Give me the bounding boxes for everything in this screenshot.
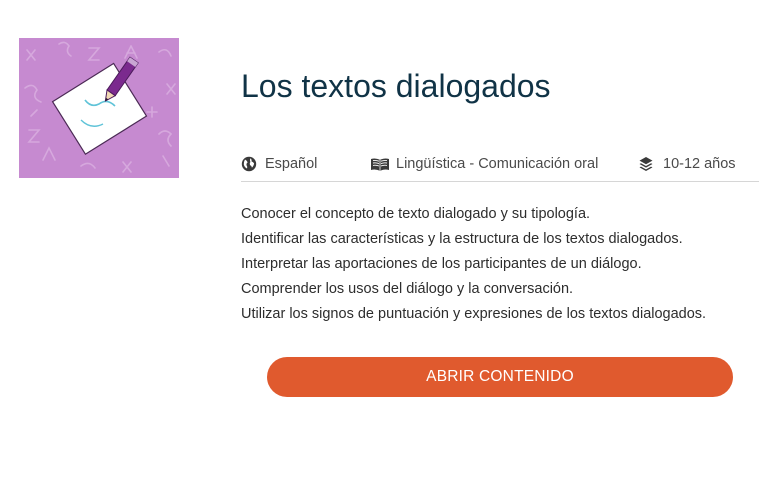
objectives-list: Conocer el concepto de texto dialogado y…	[241, 204, 706, 329]
writing-document-icon	[19, 38, 179, 178]
content-thumbnail	[19, 38, 179, 178]
subject-info: Lingüística - Comunicación oral	[370, 156, 598, 172]
metadata-bar: Español Lingüística - Comunicación oral …	[241, 150, 759, 182]
language-info: Español	[241, 156, 317, 172]
list-item: Comprender los usos del diálogo y la con…	[241, 281, 574, 297]
list-item: Utilizar los signos de puntuación y expr…	[241, 306, 707, 322]
list-item: Interpretar las aportaciones de los part…	[241, 256, 642, 272]
open-book-icon	[371, 157, 389, 171]
language-label: Español	[265, 156, 318, 172]
layers-icon	[639, 157, 653, 171]
open-content-button[interactable]: ABRIR CONTENIDO	[267, 357, 733, 397]
globe-icon	[241, 156, 257, 172]
list-item: Conocer el concepto de texto dialogado y…	[241, 206, 591, 222]
age-label: 10-12 años	[663, 156, 736, 172]
list-item: Identificar las características y la est…	[241, 231, 683, 247]
page-title: Los textos dialogados	[241, 68, 551, 104]
age-info: 10-12 años	[639, 156, 736, 172]
subject-label: Lingüística - Comunicación oral	[396, 156, 599, 172]
